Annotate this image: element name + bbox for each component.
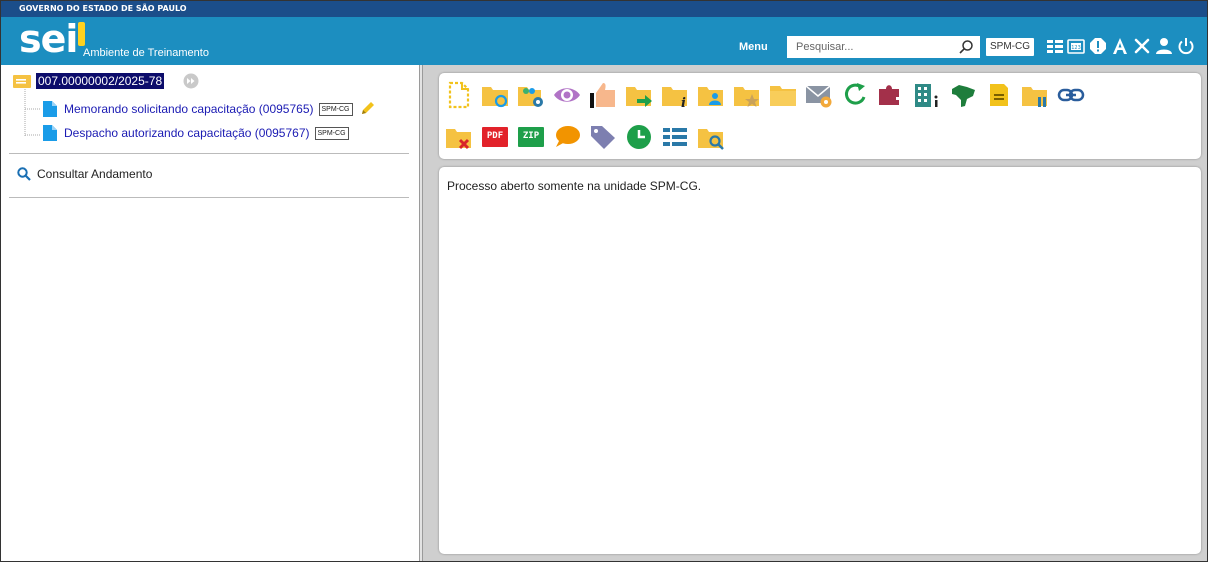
- consult-progress-label[interactable]: Consultar Andamento: [37, 167, 152, 181]
- header: sei Ambiente de Treinamento Menu SPM-CG …: [1, 17, 1207, 65]
- process-tree-panel: 007.00000002/2025-78 Memorando solicitan…: [1, 65, 419, 561]
- building-info-icon[interactable]: [913, 81, 941, 109]
- folder-user-icon[interactable]: [697, 81, 725, 109]
- divider: [9, 197, 409, 198]
- document-unit-badge: SPM-CG: [314, 127, 349, 140]
- logo-text: sei: [19, 17, 78, 61]
- pdf-icon[interactable]: PDF: [481, 123, 509, 151]
- search-icon: [17, 167, 31, 181]
- sei-logo[interactable]: sei: [19, 17, 86, 61]
- signature-pen-icon[interactable]: [360, 101, 376, 115]
- document-link[interactable]: Despacho autorizando capacitação (009576…: [64, 124, 349, 142]
- app-window: GOVERNO DO ESTADO DE SÃO PAULO sei Ambie…: [0, 0, 1208, 562]
- list-icon[interactable]: [661, 123, 689, 151]
- document-link[interactable]: Memorando solicitando capacitação (00957…: [64, 100, 376, 118]
- font-a-icon[interactable]: [1111, 37, 1129, 55]
- content-panel: Processo aberto somente na unidade SPM-C…: [439, 167, 1201, 554]
- folder-pause-icon[interactable]: [1021, 81, 1049, 109]
- tag-icon[interactable]: [589, 123, 617, 151]
- user-icon[interactable]: [1155, 37, 1173, 55]
- unit-selector[interactable]: SPM-CG: [986, 38, 1034, 56]
- search-input[interactable]: [787, 36, 980, 58]
- tree-lines: [24, 89, 41, 137]
- folder-open-icon: [13, 75, 31, 88]
- folder-send-icon[interactable]: [625, 81, 653, 109]
- power-icon[interactable]: [1177, 37, 1195, 55]
- divider: [9, 153, 409, 154]
- forward-icon[interactable]: [183, 73, 199, 89]
- folder-users-gear-icon[interactable]: [517, 81, 545, 109]
- svg-text:i: i: [681, 96, 686, 109]
- zip-icon[interactable]: ZIP: [517, 123, 545, 151]
- calendar-123-icon[interactable]: 123: [1067, 37, 1085, 55]
- link-icon[interactable]: [1057, 81, 1085, 109]
- government-bar: GOVERNO DO ESTADO DE SÃO PAULO: [1, 1, 1207, 17]
- envelope-at-icon[interactable]: [805, 81, 833, 109]
- process-number[interactable]: 007.00000002/2025-78: [36, 73, 165, 89]
- folder-sync-icon[interactable]: [481, 81, 509, 109]
- document-label[interactable]: Memorando solicitando capacitação (00957…: [64, 102, 314, 116]
- pdf-label: PDF: [486, 131, 504, 141]
- zip-label: ZIP: [522, 131, 540, 141]
- tools-icon[interactable]: [1133, 37, 1151, 55]
- list-icon[interactable]: [1046, 37, 1064, 55]
- alert-icon[interactable]: [1089, 37, 1107, 55]
- refresh-icon[interactable]: [841, 81, 869, 109]
- clock-icon[interactable]: [625, 123, 653, 151]
- search-icon[interactable]: [958, 39, 974, 55]
- folder-close-icon[interactable]: [445, 123, 473, 151]
- process-status-message: Processo aberto somente na unidade SPM-C…: [447, 179, 702, 193]
- menu-button[interactable]: Menu: [739, 41, 768, 53]
- folder-info-icon[interactable]: i: [661, 81, 689, 109]
- comment-icon[interactable]: [553, 123, 581, 151]
- note-icon[interactable]: [985, 81, 1013, 109]
- folder-search-icon[interactable]: [697, 123, 725, 151]
- svg-text:123: 123: [1071, 45, 1081, 51]
- document-icon: [43, 101, 57, 117]
- puzzle-add-icon[interactable]: [877, 81, 905, 109]
- folder-star-icon[interactable]: [733, 81, 761, 109]
- document-icon: [43, 125, 57, 141]
- environment-label: Ambiente de Treinamento: [83, 47, 209, 59]
- thumbs-up-icon[interactable]: [589, 81, 617, 109]
- folder-icon[interactable]: [769, 81, 797, 109]
- eye-icon[interactable]: [553, 81, 581, 109]
- document-label[interactable]: Despacho autorizando capacitação (009576…: [64, 126, 310, 140]
- new-document-icon[interactable]: [445, 81, 473, 109]
- document-unit-badge: SPM-CG: [318, 103, 353, 116]
- logo-mark: [78, 22, 86, 46]
- process-actions-toolbar: i PDF ZIP: [439, 73, 1201, 159]
- consult-progress-link[interactable]: Consultar Andamento: [17, 165, 152, 183]
- brazil-map-icon[interactable]: [949, 81, 977, 109]
